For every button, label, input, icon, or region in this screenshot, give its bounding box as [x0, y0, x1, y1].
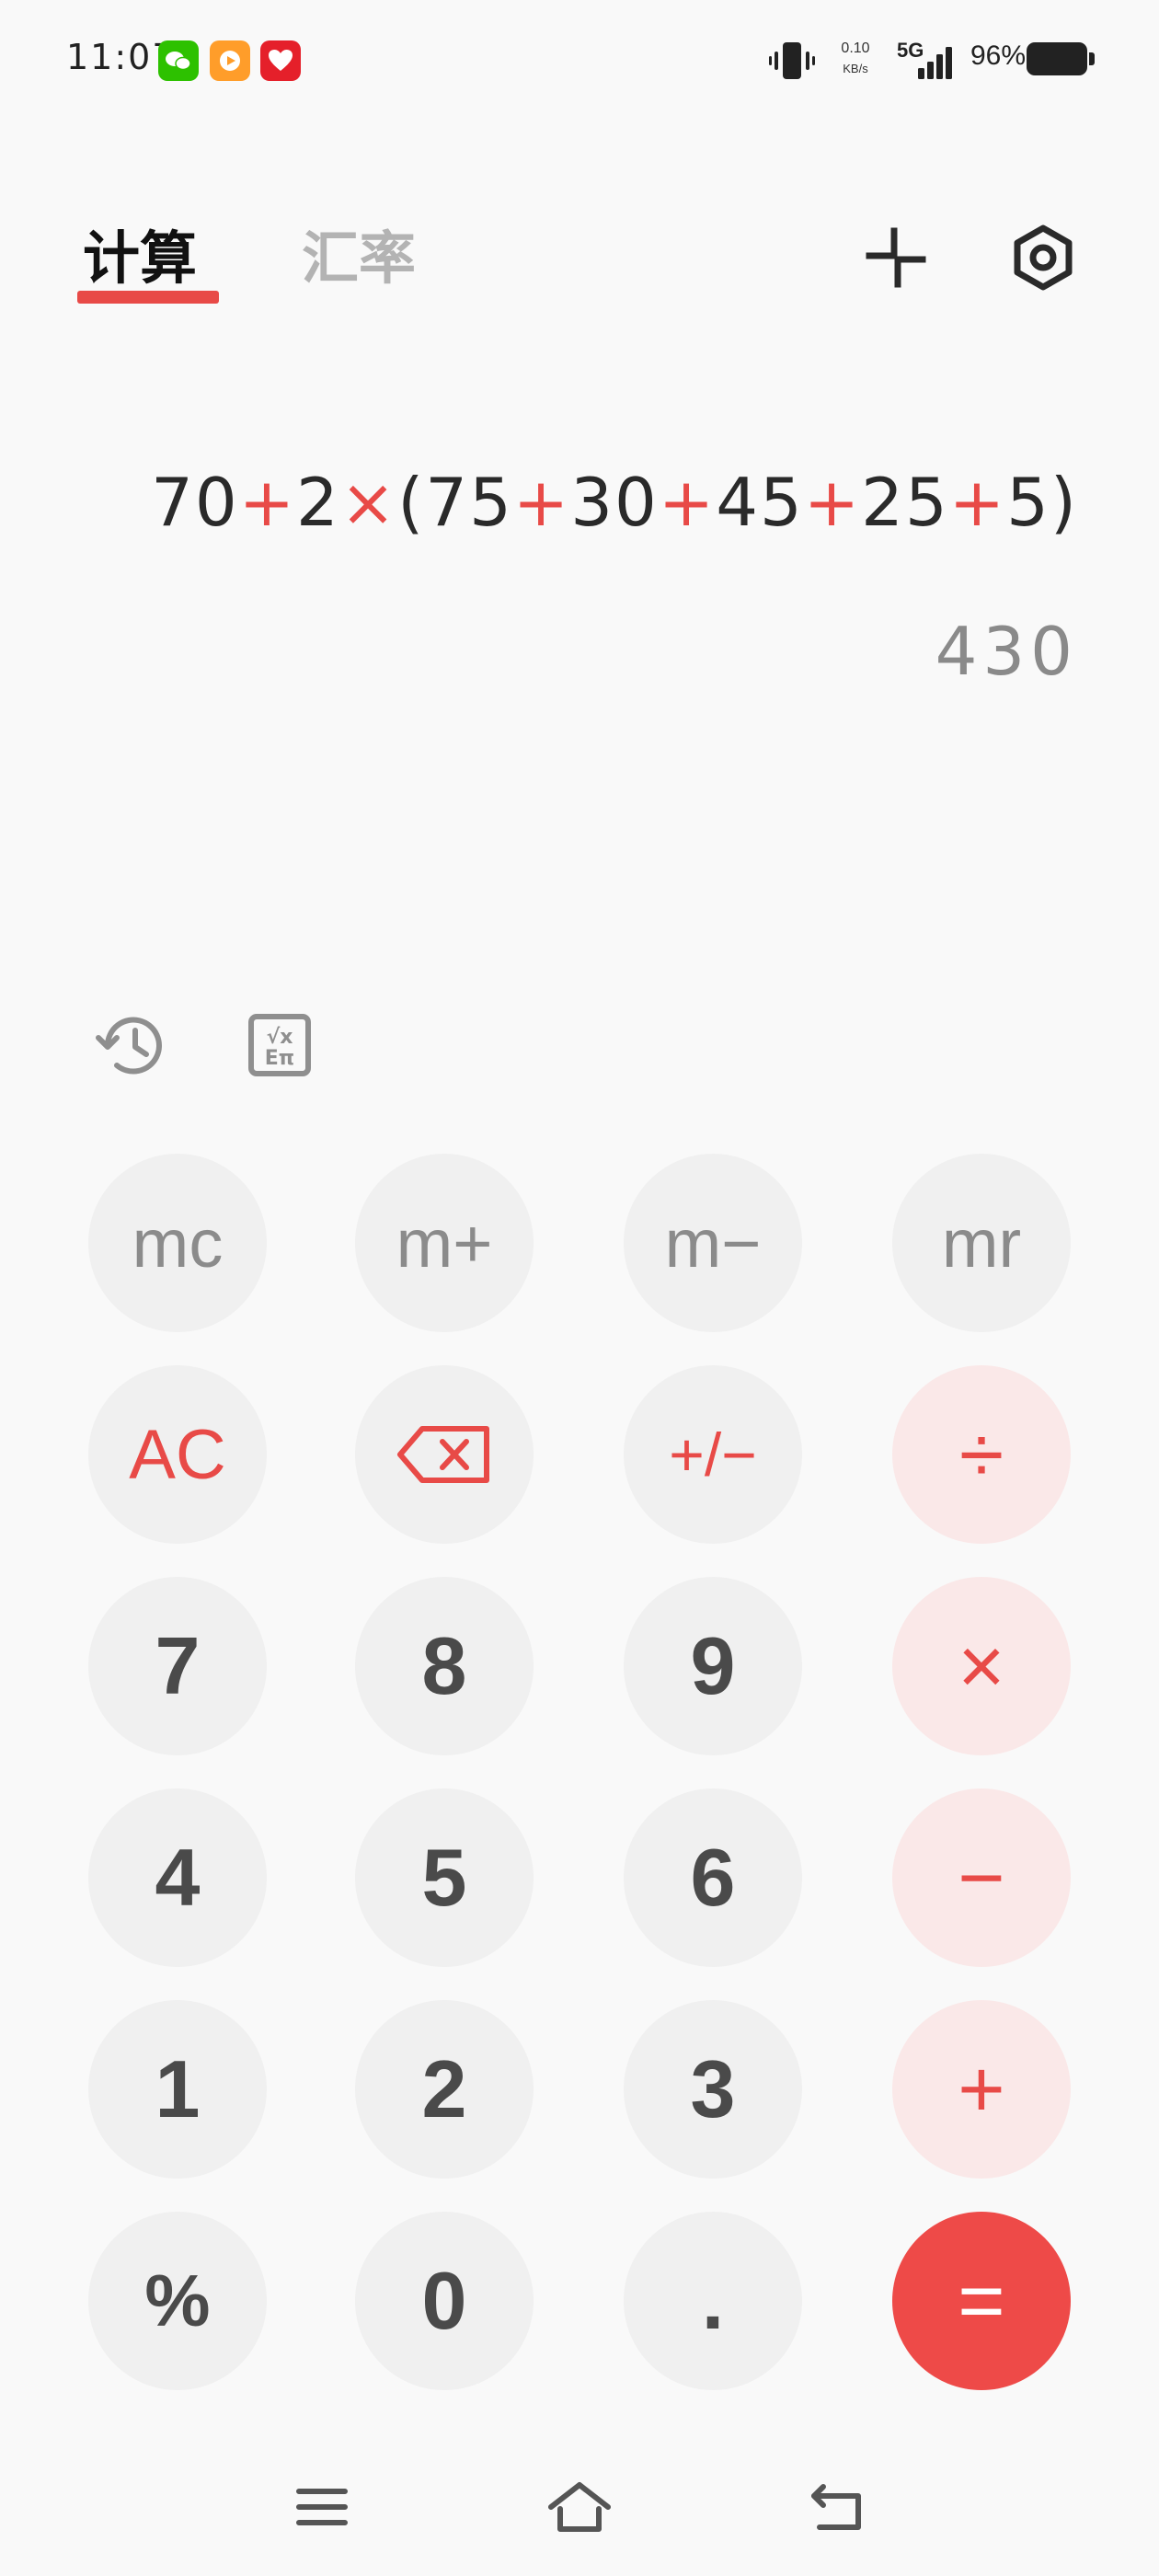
result-display: 430: [935, 613, 1078, 690]
backspace-icon: [397, 1426, 489, 1483]
active-tab-indicator: [77, 291, 219, 304]
video-app-icon: [210, 40, 250, 81]
svg-text:√x: √x: [267, 1026, 293, 1049]
digit-9-button[interactable]: 9: [624, 1577, 802, 1755]
expression-operand: 5): [1006, 464, 1078, 541]
memory-clear-button[interactable]: mc: [88, 1154, 267, 1332]
vibrate-icon: [769, 39, 815, 83]
digit-0-button[interactable]: 0: [355, 2212, 534, 2390]
signal-icon: [914, 46, 958, 79]
plus-minus-button[interactable]: +/−: [624, 1365, 802, 1544]
svg-text:Eπ: Eπ: [265, 1047, 294, 1070]
tab-exchange-rate[interactable]: 汇率: [302, 212, 416, 294]
expression-operator: +: [803, 464, 862, 541]
battery-percent: 96%: [970, 40, 1027, 71]
digit-3-button[interactable]: 3: [624, 2000, 802, 2179]
expression-display: 70+2×(75+30+45+25+5): [151, 464, 1078, 541]
expression-operand: (75: [397, 464, 513, 541]
subtract-button[interactable]: −: [892, 1788, 1071, 1967]
all-clear-button[interactable]: AC: [88, 1365, 267, 1544]
scientific-functions-icon[interactable]: √x Eπ: [243, 1008, 316, 1082]
status-bar: 11:07 0.10 KB/s 5G 96%: [0, 0, 1159, 120]
net-speed-value: 0.10: [841, 40, 870, 56]
history-icon[interactable]: [95, 1008, 168, 1082]
backspace-button[interactable]: [355, 1365, 534, 1544]
digit-1-button[interactable]: 1: [88, 2000, 267, 2179]
battery-icon: [1027, 42, 1095, 75]
expression-operand: 2: [296, 464, 340, 541]
memory-subtract-button[interactable]: m−: [624, 1154, 802, 1332]
nav-menu-icon[interactable]: [281, 2475, 363, 2539]
wechat-icon: [158, 40, 199, 81]
nav-home-icon[interactable]: [538, 2475, 621, 2539]
expression-operator: ×: [339, 464, 398, 541]
expression-operand: 70: [151, 464, 239, 541]
expression-operand: 45: [716, 464, 804, 541]
divide-button[interactable]: ÷: [892, 1365, 1071, 1544]
digit-6-button[interactable]: 6: [624, 1788, 802, 1967]
digit-7-button[interactable]: 7: [88, 1577, 267, 1755]
percent-button[interactable]: %: [88, 2212, 267, 2390]
decimal-point-button[interactable]: .: [624, 2212, 802, 2390]
nav-back-icon[interactable]: [796, 2475, 878, 2539]
expression-operator: +: [512, 464, 571, 541]
expression-operand: 25: [861, 464, 949, 541]
expression-operator: +: [658, 464, 717, 541]
add-button[interactable]: +: [892, 2000, 1071, 2179]
settings-icon[interactable]: [1006, 221, 1080, 294]
expression-operator: +: [948, 464, 1007, 541]
equals-button[interactable]: =: [892, 2212, 1071, 2390]
net-speed-unit: KB/s: [843, 62, 868, 75]
heart-app-icon: [260, 40, 301, 81]
net-speed: 0.10 KB/s: [833, 39, 878, 79]
expression-operand: 30: [570, 464, 659, 541]
memory-add-button[interactable]: m+: [355, 1154, 534, 1332]
expression-operator: +: [238, 464, 297, 541]
memory-recall-button[interactable]: mr: [892, 1154, 1071, 1332]
multiply-button[interactable]: ×: [892, 1577, 1071, 1755]
digit-4-button[interactable]: 4: [88, 1788, 267, 1967]
digit-2-button[interactable]: 2: [355, 2000, 534, 2179]
digit-5-button[interactable]: 5: [355, 1788, 534, 1967]
collapse-icon[interactable]: [859, 221, 933, 294]
digit-8-button[interactable]: 8: [355, 1577, 534, 1755]
tab-calculator[interactable]: 计算: [83, 212, 197, 294]
